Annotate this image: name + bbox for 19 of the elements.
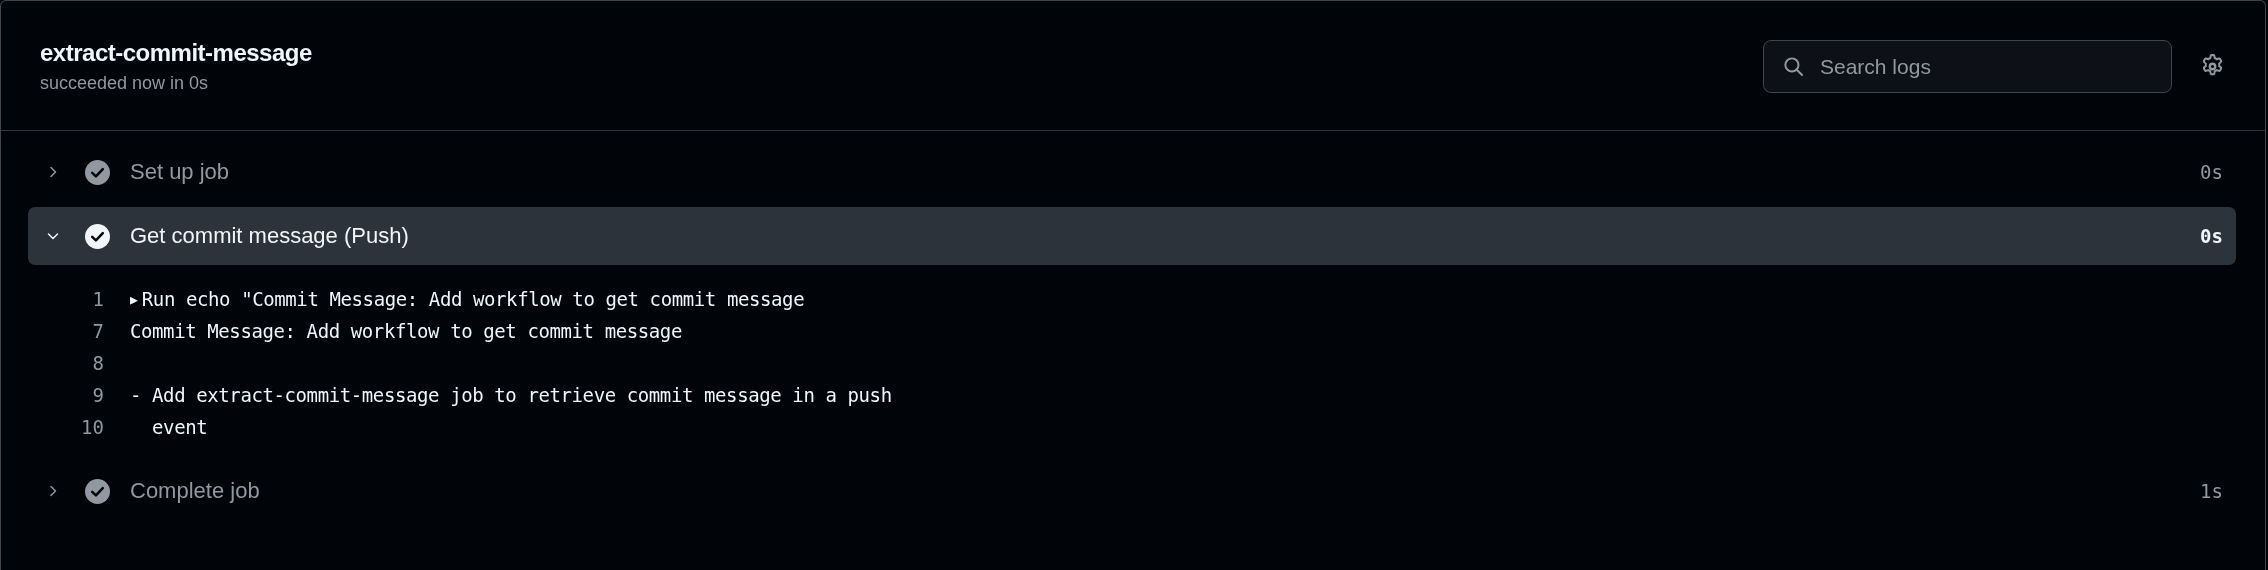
line-number: 8 — [91, 352, 104, 374]
job-status-text: succeeded now in 0s — [40, 73, 210, 94]
line-number: 7 — [91, 320, 104, 342]
expand-triangle[interactable]: ▶ — [130, 291, 138, 307]
line-number: 9 — [91, 384, 104, 406]
check-circle-icon — [85, 478, 110, 504]
log-text: Run echo "Commit Message: Add workflow to get commit message — [141, 288, 805, 310]
check-circle-icon — [85, 159, 110, 185]
step-row[interactable]: Get commit message (Push) 0s — [28, 207, 2236, 265]
log-text: - Add extract-commit-message job to retrieve commit message in a push — [130, 384, 892, 406]
search-field[interactable]: Search logs — [1763, 40, 2172, 93]
step-row[interactable]: Set up job 0s — [28, 143, 2236, 201]
log-text: event — [151, 416, 208, 438]
log-text: Commit Message: Add workflow to get commit message — [130, 320, 682, 342]
check-circle-icon — [85, 223, 110, 249]
line-number: 10 — [80, 416, 104, 438]
line-number: 1 — [91, 288, 104, 310]
step-row[interactable]: Complete job 1s — [28, 462, 2236, 520]
job-title: extract-commit-message — [40, 39, 312, 67]
